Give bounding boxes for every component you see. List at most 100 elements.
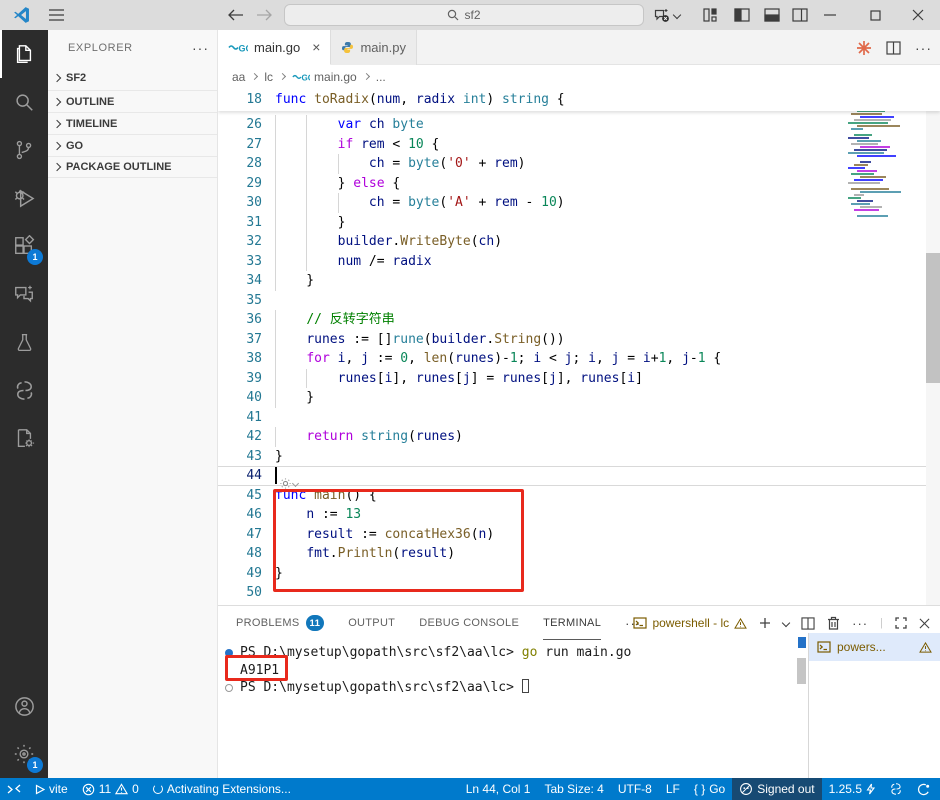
code-line[interactable]: 40 } [218, 388, 940, 408]
code-line[interactable]: 38 for i, j := 0, len(runes)-1; i < j; i… [218, 349, 940, 369]
new-terminal-icon[interactable] [759, 617, 771, 629]
terminal-output[interactable]: PS D:\mysetup\gopath\src\sf2\aa\lc> go r… [218, 640, 808, 778]
testing-activity-icon[interactable] [0, 318, 48, 366]
code-line[interactable]: 29 } else { [218, 173, 940, 193]
sticky-scroll-line[interactable]: 18 func toRadix(num, radix int) string { [218, 88, 940, 111]
breadcrumb[interactable]: aa lc GO main.go ... [218, 65, 940, 88]
terminal-dropdown-icon[interactable] [781, 618, 791, 628]
code-line[interactable]: 27 if rem < 10 { [218, 134, 940, 154]
line-number[interactable]: 26 [218, 117, 262, 132]
line-number[interactable]: 29 [218, 176, 262, 191]
breadcrumb-item[interactable]: aa [232, 70, 245, 84]
line-number[interactable]: 40 [218, 390, 262, 405]
line-number[interactable]: 33 [218, 254, 262, 269]
line-number[interactable]: 46 [218, 507, 262, 522]
back-arrow-icon[interactable] [224, 0, 248, 30]
command-decoration-icon[interactable] [225, 684, 233, 692]
line-number[interactable]: 39 [218, 371, 262, 386]
code-line[interactable]: 30 ch = byte('A' + rem - 10) [218, 193, 940, 213]
line-number[interactable]: 47 [218, 527, 262, 542]
line-number[interactable]: 32 [218, 234, 262, 249]
settings-gear-icon[interactable]: 1 [0, 730, 48, 778]
toggle-sidebar-icon[interactable] [730, 0, 754, 30]
command-center-search[interactable]: sf2 [284, 4, 644, 26]
minimap[interactable] [848, 92, 908, 222]
line-number[interactable]: 35 [218, 293, 262, 308]
sidebar-item-timeline[interactable]: TIMELINE [48, 112, 217, 134]
terminal-scrollbar[interactable] [797, 637, 807, 778]
tab-debug-console[interactable]: DEBUG CONSOLE [419, 606, 519, 640]
sidebar-item-go[interactable]: GO [48, 134, 217, 156]
code-line[interactable]: 41 [218, 408, 940, 428]
breadcrumb-item[interactable]: lc [264, 70, 273, 84]
sidebar-item-sf2[interactable]: SF2 [48, 66, 217, 90]
line-number[interactable]: 37 [218, 332, 262, 347]
code-line[interactable]: 37 runes := []rune(builder.String()) [218, 329, 940, 349]
explorer-activity-icon[interactable] [0, 30, 48, 78]
tools-swirl-icon[interactable] [882, 778, 910, 800]
terminal-line[interactable]: PS D:\mysetup\gopath\src\sf2\aa\lc> go r… [218, 644, 808, 662]
code-line[interactable]: 35 [218, 291, 940, 311]
search-activity-icon[interactable] [0, 78, 48, 126]
code-line[interactable]: 34 } [218, 271, 940, 291]
editor-scrollbar-thumb[interactable] [926, 253, 940, 383]
code-line[interactable]: 26 var ch byte [218, 115, 940, 135]
copilot-chat-icon[interactable] [652, 0, 682, 30]
editor-scrollbar[interactable] [926, 88, 940, 605]
code-line[interactable]: 32 builder.WriteByte(ch) [218, 232, 940, 252]
line-number[interactable]: 41 [218, 410, 262, 425]
line-number[interactable]: 42 [218, 429, 262, 444]
breadcrumb-item[interactable]: main.go [314, 70, 357, 84]
sidebar-more-actions[interactable]: ··· [192, 40, 209, 56]
indentation[interactable]: Tab Size: 4 [537, 778, 610, 800]
code-line[interactable]: 44 [218, 466, 940, 486]
close-tab-icon[interactable]: × [312, 39, 320, 55]
tab-output[interactable]: OUTPUT [348, 606, 395, 640]
code-line[interactable]: 33 num /= radix [218, 251, 940, 271]
line-number[interactable]: 45 [218, 488, 262, 503]
terminal-tab-item[interactable]: powers... [809, 633, 940, 661]
tab-problems[interactable]: PROBLEMS 11 [236, 606, 325, 640]
source-control-activity-icon[interactable] [0, 126, 48, 174]
code-line[interactable]: 31 } [218, 212, 940, 232]
code-editor[interactable]: 18 func toRadix(num, radix int) string {… [218, 88, 940, 605]
line-number[interactable]: 36 [218, 312, 262, 327]
vite-task[interactable]: vite [28, 778, 75, 800]
minimize-button[interactable] [815, 0, 845, 30]
line-number[interactable]: 44 [218, 468, 262, 483]
maximize-button[interactable] [860, 0, 890, 30]
go-version[interactable]: 1.25.5 [822, 778, 882, 800]
file-settings-activity-icon[interactable] [0, 414, 48, 462]
toggle-panel-icon[interactable] [760, 0, 784, 30]
notifications-icon[interactable] [910, 778, 940, 800]
sidebar-item-package-outline[interactable]: PACKAGE OUTLINE [48, 156, 217, 178]
activating-extensions[interactable]: Activating Extensions... [146, 778, 298, 800]
extensions-activity-icon[interactable]: 1 [0, 222, 48, 270]
problems-counts[interactable]: 11 0 [75, 778, 146, 800]
close-panel-icon[interactable] [919, 618, 930, 629]
line-number[interactable]: 30 [218, 195, 262, 210]
terminal-line[interactable]: PS D:\mysetup\gopath\src\sf2\aa\lc> [218, 679, 808, 697]
line-number[interactable]: 38 [218, 351, 262, 366]
toggle-secondary-sidebar-icon[interactable] [788, 0, 812, 30]
code-line[interactable]: 36 // 反转字符串 [218, 310, 940, 330]
sidebar-item-outline[interactable]: OUTLINE [48, 90, 217, 112]
chat-activity-icon[interactable] [0, 270, 48, 318]
editor-more-actions-icon[interactable]: ··· [915, 40, 932, 56]
code-line[interactable]: 42 return string(runes) [218, 427, 940, 447]
language-mode[interactable]: { } Go [687, 778, 732, 800]
line-number[interactable]: 48 [218, 546, 262, 561]
layout-grid-icon[interactable] [698, 0, 722, 30]
remote-indicator[interactable] [0, 778, 28, 800]
tab-main-py[interactable]: main.py [331, 30, 417, 65]
forward-arrow-icon[interactable] [252, 0, 276, 30]
split-editor-icon[interactable] [886, 40, 901, 55]
account-icon[interactable] [0, 682, 48, 730]
line-number[interactable]: 43 [218, 449, 262, 464]
line-number[interactable]: 27 [218, 137, 262, 152]
terminal-line[interactable]: A91P1 [218, 662, 808, 680]
line-number[interactable]: 50 [218, 585, 262, 600]
tab-terminal[interactable]: TERMINAL [543, 606, 602, 640]
line-number[interactable]: 31 [218, 215, 262, 230]
code-line[interactable]: 28 ch = byte('0' + rem) [218, 154, 940, 174]
